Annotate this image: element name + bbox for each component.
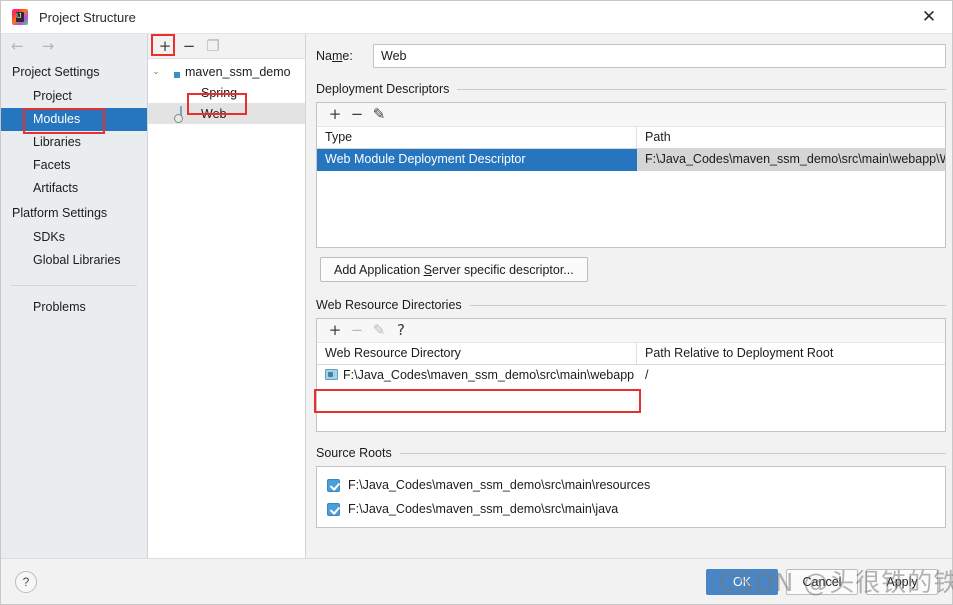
module-icon <box>164 65 180 79</box>
apply-button[interactable]: Apply <box>866 568 938 595</box>
settings-sidebar: ← → Project Settings Project Modules Lib… <box>1 34 148 558</box>
tree-node-label: maven_ssm_demo <box>185 64 291 79</box>
deployment-descriptors-title: Deployment Descriptors <box>316 82 952 96</box>
list-item[interactable]: F:\Java_Codes\maven_ssm_demo\src\main\ja… <box>317 497 945 521</box>
column-header-path[interactable]: Path <box>637 127 945 148</box>
web-resource-directories-table: + − ✎ ? Web Resource Directory Path Rela… <box>316 318 946 432</box>
checkbox-source-root-resources[interactable] <box>327 478 340 492</box>
remove-descriptor-icon[interactable]: − <box>347 105 367 125</box>
source-root-path: F:\Java_Codes\maven_ssm_demo\src\main\re… <box>348 478 651 492</box>
project-structure-dialog: Project Structure ✕ ← → Project Settings… <box>0 0 953 605</box>
add-web-resource-icon[interactable]: + <box>325 321 345 341</box>
help-web-resource-icon[interactable]: ? <box>391 321 411 341</box>
column-header-relative-path[interactable]: Path Relative to Deployment Root <box>637 343 945 364</box>
spring-facet-icon <box>180 86 196 100</box>
sidebar-group-project-settings: Project Settings <box>12 65 100 79</box>
remove-module-button[interactable]: − <box>179 36 199 56</box>
edit-web-resource-icon[interactable]: ✎ <box>369 321 389 341</box>
sidebar-item-modules[interactable]: Modules <box>1 108 147 131</box>
cell-type: Web Module Deployment Descriptor <box>317 149 637 171</box>
tree-node-web[interactable]: Web <box>148 103 305 124</box>
table-empty-space <box>317 387 945 431</box>
deployment-descriptors-toolbar: + − ✎ <box>317 103 945 127</box>
web-facet-icon <box>180 105 196 122</box>
sidebar-group-platform-settings: Platform Settings <box>12 206 108 220</box>
help-icon[interactable]: ? <box>15 570 37 593</box>
table-row[interactable]: F:\Java_Codes\maven_ssm_demo\src\main\we… <box>317 365 945 387</box>
sidebar-item-global-libraries[interactable]: Global Libraries <box>1 249 147 272</box>
module-toolbar: + − ❐ <box>148 34 305 59</box>
name-row: Name: <box>316 44 952 68</box>
name-label: Name: <box>316 49 353 63</box>
cancel-button[interactable]: Cancel <box>786 568 858 595</box>
footer-buttons: OK Cancel Apply <box>706 568 938 595</box>
sidebar-item-problems[interactable]: Problems <box>1 296 147 319</box>
web-resource-directories-header: Web Resource Directory Path Relative to … <box>317 343 945 365</box>
source-root-path: F:\Java_Codes\maven_ssm_demo\src\main\ja… <box>348 502 619 516</box>
web-resource-directories-title: Web Resource Directories <box>316 298 952 312</box>
cell-web-resource-directory: F:\Java_Codes\maven_ssm_demo\src\main\we… <box>317 365 637 387</box>
window-title: Project Structure <box>39 9 136 25</box>
copy-module-button[interactable]: ❐ <box>203 36 223 56</box>
tree-node-spring[interactable]: Spring <box>148 82 305 103</box>
source-roots-title: Source Roots <box>316 446 952 460</box>
sidebar-item-libraries[interactable]: Libraries <box>1 131 147 154</box>
module-settings-panel: Name: Deployment Descriptors + − ✎ Type … <box>306 34 952 558</box>
module-name-input[interactable] <box>373 44 946 68</box>
module-tree-pane: + − ❐ ⌄ maven_ssm_demo Spring Web <box>148 34 306 558</box>
arrow-right-icon[interactable]: → <box>42 39 55 54</box>
table-empty-space <box>317 171 945 247</box>
deployment-descriptors-header: Type Path <box>317 127 945 149</box>
dialog-footer: ? OK Cancel Apply <box>1 558 952 604</box>
close-icon[interactable]: ✕ <box>906 1 952 34</box>
column-header-type[interactable]: Type <box>317 127 637 148</box>
table-row[interactable]: Web Module Deployment Descriptor F:\Java… <box>317 149 945 171</box>
add-descriptor-icon[interactable]: + <box>325 105 345 125</box>
add-descriptor-button-wrap: Add Application Server specific descript… <box>320 257 952 282</box>
add-module-button[interactable]: + <box>155 36 175 56</box>
tree-node-label: Web <box>201 106 227 121</box>
title-bar: Project Structure ✕ <box>1 1 952 34</box>
arrow-left-icon[interactable]: ← <box>11 39 24 54</box>
cell-relative-path: / <box>645 368 649 382</box>
sidebar-item-project[interactable]: Project <box>1 85 147 108</box>
sidebar-item-sdks[interactable]: SDKs <box>1 226 147 249</box>
dialog-body: ← → Project Settings Project Modules Lib… <box>1 34 952 558</box>
group-separator-line <box>457 88 946 90</box>
tree-node-maven-ssm-demo[interactable]: ⌄ maven_ssm_demo <box>148 61 305 82</box>
module-tree: ⌄ maven_ssm_demo Spring Web <box>148 59 305 124</box>
add-application-server-descriptor-button[interactable]: Add Application Server specific descript… <box>320 257 588 282</box>
cell-path: F:\Java_Codes\maven_ssm_demo\src\main\we… <box>637 149 945 171</box>
list-item[interactable]: F:\Java_Codes\maven_ssm_demo\src\main\re… <box>317 473 945 497</box>
group-separator-line <box>469 304 946 306</box>
sidebar-divider <box>11 285 137 286</box>
ok-button[interactable]: OK <box>706 568 778 595</box>
chevron-down-icon[interactable]: ⌄ <box>148 67 164 77</box>
deployment-descriptors-table: + − ✎ Type Path Web Module Deployment De… <box>316 102 946 248</box>
checkbox-source-root-java[interactable] <box>327 502 340 516</box>
tree-node-label: Spring <box>201 85 238 100</box>
folder-icon <box>325 369 338 380</box>
edit-descriptor-icon[interactable]: ✎ <box>369 105 389 125</box>
source-roots-list: F:\Java_Codes\maven_ssm_demo\src\main\re… <box>316 466 946 528</box>
web-resource-directories-toolbar: + − ✎ ? <box>317 319 945 343</box>
group-separator-line <box>399 452 946 454</box>
sidebar-item-facets[interactable]: Facets <box>1 154 147 177</box>
column-header-web-resource-directory[interactable]: Web Resource Directory <box>317 343 637 364</box>
remove-web-resource-icon[interactable]: − <box>347 321 367 341</box>
sidebar-nav-arrows: ← → <box>1 34 147 59</box>
sidebar-item-artifacts[interactable]: Artifacts <box>1 177 147 200</box>
intellij-idea-icon <box>12 9 28 25</box>
